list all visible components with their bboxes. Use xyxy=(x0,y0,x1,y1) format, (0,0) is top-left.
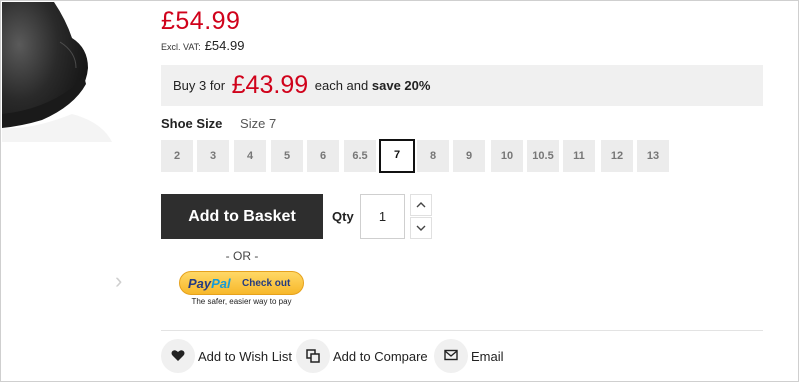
size-option-11[interactable]: 11 xyxy=(563,140,595,172)
envelope-icon xyxy=(444,349,458,361)
size-option-5[interactable]: 5 xyxy=(271,140,303,172)
vat-label: Excl. VAT: xyxy=(161,42,201,52)
size-option-12[interactable]: 12 xyxy=(601,140,633,172)
product-image[interactable] xyxy=(2,2,122,142)
promo-save: save 20% xyxy=(371,78,431,93)
size-option-13[interactable]: 13 xyxy=(637,140,669,172)
chevron-down-icon xyxy=(416,225,426,231)
heart-icon xyxy=(171,350,185,361)
email-label: Email xyxy=(471,349,504,364)
size-option-4[interactable]: 4 xyxy=(234,140,266,172)
vat-price-line: Excl. VAT: £54.99 xyxy=(161,38,244,53)
size-label: Shoe Size xyxy=(161,116,223,131)
product-price: £54.99 xyxy=(161,7,241,35)
size-option-10[interactable]: 10 xyxy=(491,140,523,172)
paypal-checkout-button[interactable]: PayPal Check out xyxy=(179,271,304,295)
vat-price: £54.99 xyxy=(204,38,245,53)
size-option-2[interactable]: 2 xyxy=(161,140,193,172)
qty-label: Qty xyxy=(332,209,354,224)
qty-input[interactable]: 1 xyxy=(360,194,405,239)
size-option-3[interactable]: 3 xyxy=(197,140,229,172)
selected-size: Size 7 xyxy=(240,116,277,131)
divider xyxy=(161,330,763,331)
size-option-7[interactable]: 7 xyxy=(379,139,415,173)
promo-prefix: Buy 3 for xyxy=(173,78,226,93)
size-option-6-5[interactable]: 6.5 xyxy=(344,140,376,172)
chevron-up-icon xyxy=(416,202,426,208)
compare-icon xyxy=(306,349,320,363)
size-option-6[interactable]: 6 xyxy=(307,140,339,172)
gallery-next-icon[interactable]: › xyxy=(115,269,129,293)
size-heading: Shoe Size Size 7 xyxy=(161,116,276,131)
paypal-logo-pal: Pal xyxy=(211,276,231,291)
or-separator: - OR - xyxy=(225,249,259,263)
compare-label: Add to Compare xyxy=(333,349,428,364)
qty-decrease-button[interactable] xyxy=(410,217,432,239)
wishlist-label: Add to Wish List xyxy=(198,349,292,364)
size-option-8[interactable]: 8 xyxy=(417,140,449,172)
promo-text: Buy 3 for £43.99 each and save 20% xyxy=(173,71,430,100)
paypal-logo: PayPal xyxy=(188,276,231,291)
product-panel: › £54.99 Excl. VAT: £54.99 Buy 3 for £43.… xyxy=(0,0,799,382)
promo-price: £43.99 xyxy=(231,71,309,99)
promo-middle: each and xyxy=(314,78,369,93)
multibuy-promo: Buy 3 for £43.99 each and save 20% xyxy=(161,65,763,106)
add-to-basket-button[interactable]: Add to Basket xyxy=(161,194,323,239)
qty-increase-button[interactable] xyxy=(410,194,432,216)
email-button[interactable]: Email xyxy=(434,339,506,374)
size-option-10-5[interactable]: 10.5 xyxy=(527,140,559,172)
paypal-logo-pay: Pay xyxy=(188,276,212,291)
add-to-wishlist-button[interactable]: Add to Wish List xyxy=(161,339,292,374)
paypal-checkout-label: Check out xyxy=(242,278,291,289)
size-option-9[interactable]: 9 xyxy=(453,140,485,172)
paypal-tagline: The safer, easier way to pay xyxy=(191,297,292,306)
add-to-compare-button[interactable]: Add to Compare xyxy=(296,339,428,374)
